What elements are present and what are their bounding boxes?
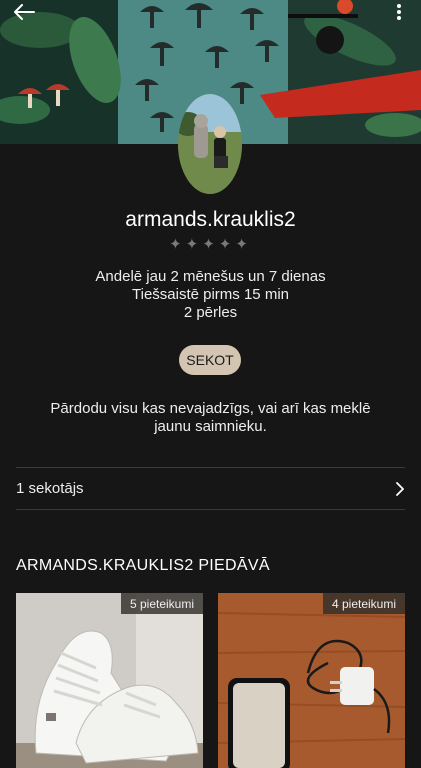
arrow-left-icon — [14, 4, 35, 20]
followers-row[interactable]: 1 sekotājs — [16, 468, 405, 509]
more-options-button[interactable] — [391, 0, 407, 24]
pearls-count: 2 pērles — [183, 304, 238, 321]
listings-section-title: ARMANDS.KRAUKLIS2 PIEDĀVĀ — [16, 557, 270, 574]
follow-button[interactable]: SEKOT — [179, 345, 241, 375]
back-button[interactable] — [8, 0, 40, 24]
more-vertical-icon — [397, 4, 401, 20]
listing-card[interactable]: 4 pieteikumi — [218, 593, 405, 768]
divider — [16, 509, 405, 510]
avatar-photo — [178, 94, 242, 194]
offers-badge: 5 pieteikumi — [120, 593, 203, 614]
profile-bio: Pārdodu visu kas nevajadzīgs, vai arī ka… — [50, 400, 371, 435]
listing-card[interactable]: 5 pieteikumi — [16, 593, 203, 768]
offers-badge: 4 pieteikumi — [322, 593, 405, 614]
member-since: Andelē jau 2 mēnešus un 7 dienas — [95, 268, 326, 285]
listing-photo-sneakers — [16, 593, 203, 768]
profile-username: armands.krauklis2 — [125, 208, 296, 231]
listing-photo-phone-charger — [218, 593, 405, 768]
followers-count: 1 sekotājs — [16, 480, 84, 497]
rating-stars: ✦✦✦✦✦ — [169, 236, 252, 253]
avatar — [178, 94, 242, 194]
chevron-right-icon — [396, 481, 404, 496]
last-online: Tiešsaistē pirms 15 min — [132, 286, 289, 303]
